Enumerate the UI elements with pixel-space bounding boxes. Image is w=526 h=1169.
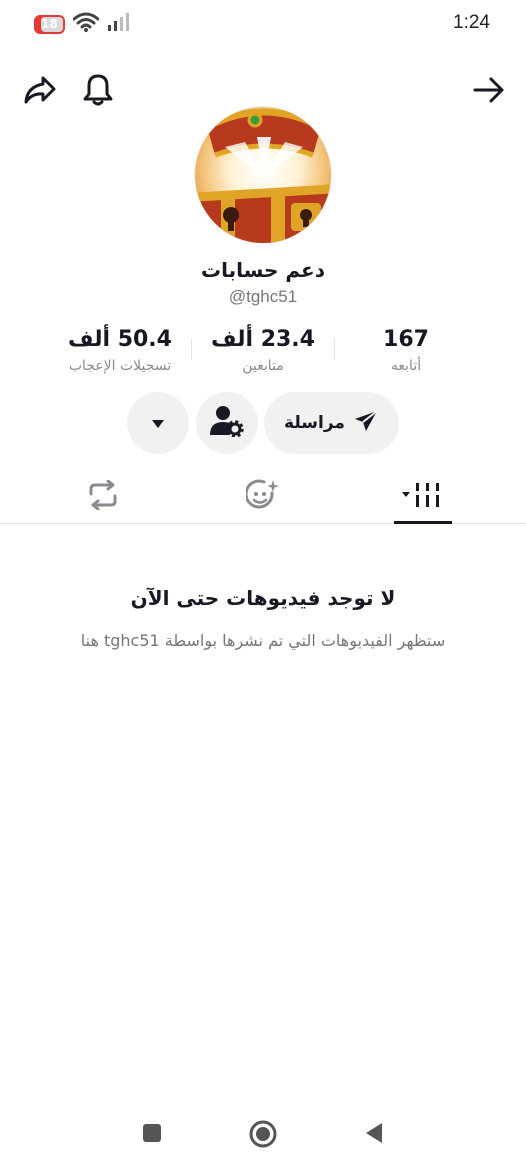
more-options-button[interactable] — [127, 392, 189, 454]
followers-label: متابعين — [242, 358, 284, 374]
status-time: 1:24 — [453, 12, 490, 33]
wifi-icon — [72, 12, 100, 36]
profile-avatar[interactable] — [194, 106, 332, 244]
home-icon[interactable] — [248, 1119, 278, 1149]
friends-settings-button[interactable] — [196, 392, 258, 454]
arrow-right-icon[interactable] — [468, 72, 510, 108]
message-button-label: مراسلة — [284, 413, 345, 433]
status-bar: 18 1:24 — [0, 0, 526, 46]
following-count: 167 — [383, 327, 429, 352]
battery-icon: 18 — [34, 14, 65, 34]
active-tab-indicator — [394, 521, 452, 524]
tab-favorites[interactable] — [213, 470, 313, 524]
caret-down-icon — [151, 414, 165, 433]
recents-icon[interactable] — [140, 1121, 164, 1145]
display-name: دعم حسابات — [201, 258, 325, 282]
bell-icon[interactable] — [78, 70, 118, 110]
stat-likes[interactable]: 50.4 ألف تسجيلات الإعجاب — [40, 326, 200, 376]
content-tabs — [0, 470, 526, 524]
user-settings-icon — [210, 405, 244, 441]
profile-actions: مراسلة — [0, 392, 526, 454]
videos-grid-icon — [401, 481, 445, 513]
sparkle-face-icon — [244, 479, 280, 515]
likes-count: 50.4 ألف — [68, 327, 172, 352]
treasure-chest-avatar — [195, 107, 331, 243]
send-icon — [353, 409, 379, 437]
stat-following[interactable]: 167 أتابعه — [326, 326, 486, 376]
share-icon[interactable] — [20, 72, 60, 108]
empty-state-subtitle: ستظهر الفيديوهات التي تم نشرها بواسطة tg… — [80, 631, 446, 650]
following-label: أتابعه — [390, 358, 422, 374]
system-navigation-bar — [0, 1099, 526, 1169]
tab-reposts[interactable] — [53, 470, 153, 524]
username: @tghc51 — [228, 287, 298, 306]
repost-icon — [87, 479, 119, 514]
followers-count: 23.4 ألف — [211, 327, 315, 352]
signal-icon — [107, 13, 131, 35]
message-button[interactable]: مراسلة — [264, 392, 399, 454]
tab-videos[interactable] — [373, 470, 473, 524]
status-icons: 18 — [34, 12, 131, 36]
stat-followers[interactable]: 23.4 ألف متابعين — [183, 326, 343, 376]
empty-state-title: لا توجد فيديوهات حتى الآن — [130, 586, 396, 610]
likes-label: تسجيلات الإعجاب — [68, 358, 172, 374]
back-icon[interactable] — [362, 1121, 386, 1145]
profile-stats: 167 أتابعه 23.4 ألف متابعين 50.4 ألف تسج… — [0, 326, 526, 382]
battery-level: 18 — [41, 17, 58, 31]
